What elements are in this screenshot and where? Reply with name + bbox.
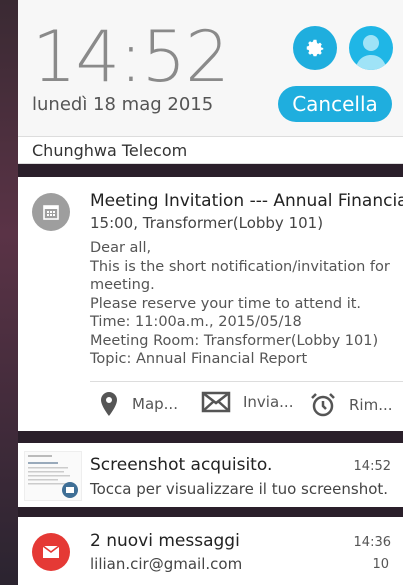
remind-action-label: Rim... — [349, 396, 393, 414]
alarm-clock-icon — [311, 393, 335, 417]
map-pin-icon — [101, 392, 117, 416]
notification-title: Meeting Invitation --- Annual Financia.. — [90, 191, 403, 211]
screenshot-notification[interactable]: Screenshot acquisito. Tocca per visualiz… — [18, 443, 403, 507]
body-line: meeting. — [90, 277, 155, 293]
separator — [18, 507, 403, 517]
carrier-label: Chunghwa Telecom — [18, 136, 403, 164]
notification-body: Dear all, This is the short notification… — [90, 239, 390, 369]
screenshot-title: Screenshot acquisito. — [90, 455, 273, 475]
map-action-label: Map... — [132, 395, 178, 413]
body-line: This is the short notification/invitatio… — [90, 258, 390, 275]
separator — [18, 164, 403, 177]
meeting-notification[interactable]: Meeting Invitation --- Annual Financia..… — [18, 177, 403, 431]
settings-button[interactable] — [293, 26, 337, 70]
body-line: Meeting Room: Transformer(Lobby 101) — [90, 332, 379, 349]
remind-action-button[interactable]: Rim... — [309, 391, 393, 419]
date: lunedì 18 mag 2015 — [32, 94, 214, 115]
body-line: Time: 11:00a.m., 2015/05/18 — [90, 314, 302, 330]
clear-all-button[interactable]: Cancella — [278, 86, 392, 122]
separator — [18, 431, 403, 443]
gear-icon — [306, 39, 324, 57]
email-title: 2 nuovi messaggi — [90, 531, 240, 551]
map-action-button[interactable]: Map... — [98, 391, 178, 417]
email-app-icon — [32, 533, 70, 571]
send-action-button[interactable]: Invia... — [201, 391, 293, 413]
body-line: Dear all, — [90, 240, 152, 256]
screenshot-text: Tocca per visualizzare il tuo screenshot… — [90, 480, 389, 498]
email-sender: lilian.cir@gmail.com — [90, 555, 243, 573]
notification-subtitle: 15:00, Transformer(Lobby 101) — [90, 214, 324, 232]
user-icon — [355, 35, 387, 70]
email-count: 10 — [372, 557, 389, 572]
clock: 14:52 — [32, 16, 230, 98]
screenshot-time: 14:52 — [353, 459, 391, 474]
mail-icon — [201, 391, 231, 413]
email-time: 14:36 — [353, 535, 391, 550]
email-notification[interactable]: 2 nuovi messaggi lilian.cir@gmail.com 14… — [18, 517, 403, 585]
send-action-label: Invia... — [243, 393, 294, 411]
screenshot-thumbnail — [24, 451, 82, 501]
body-line: Topic: Annual Financial Report — [90, 351, 308, 367]
user-avatar-button[interactable] — [349, 26, 393, 70]
body-line: Please reserve your time to attend it. — [90, 295, 362, 312]
calendar-icon — [32, 193, 70, 231]
divider — [90, 381, 403, 382]
